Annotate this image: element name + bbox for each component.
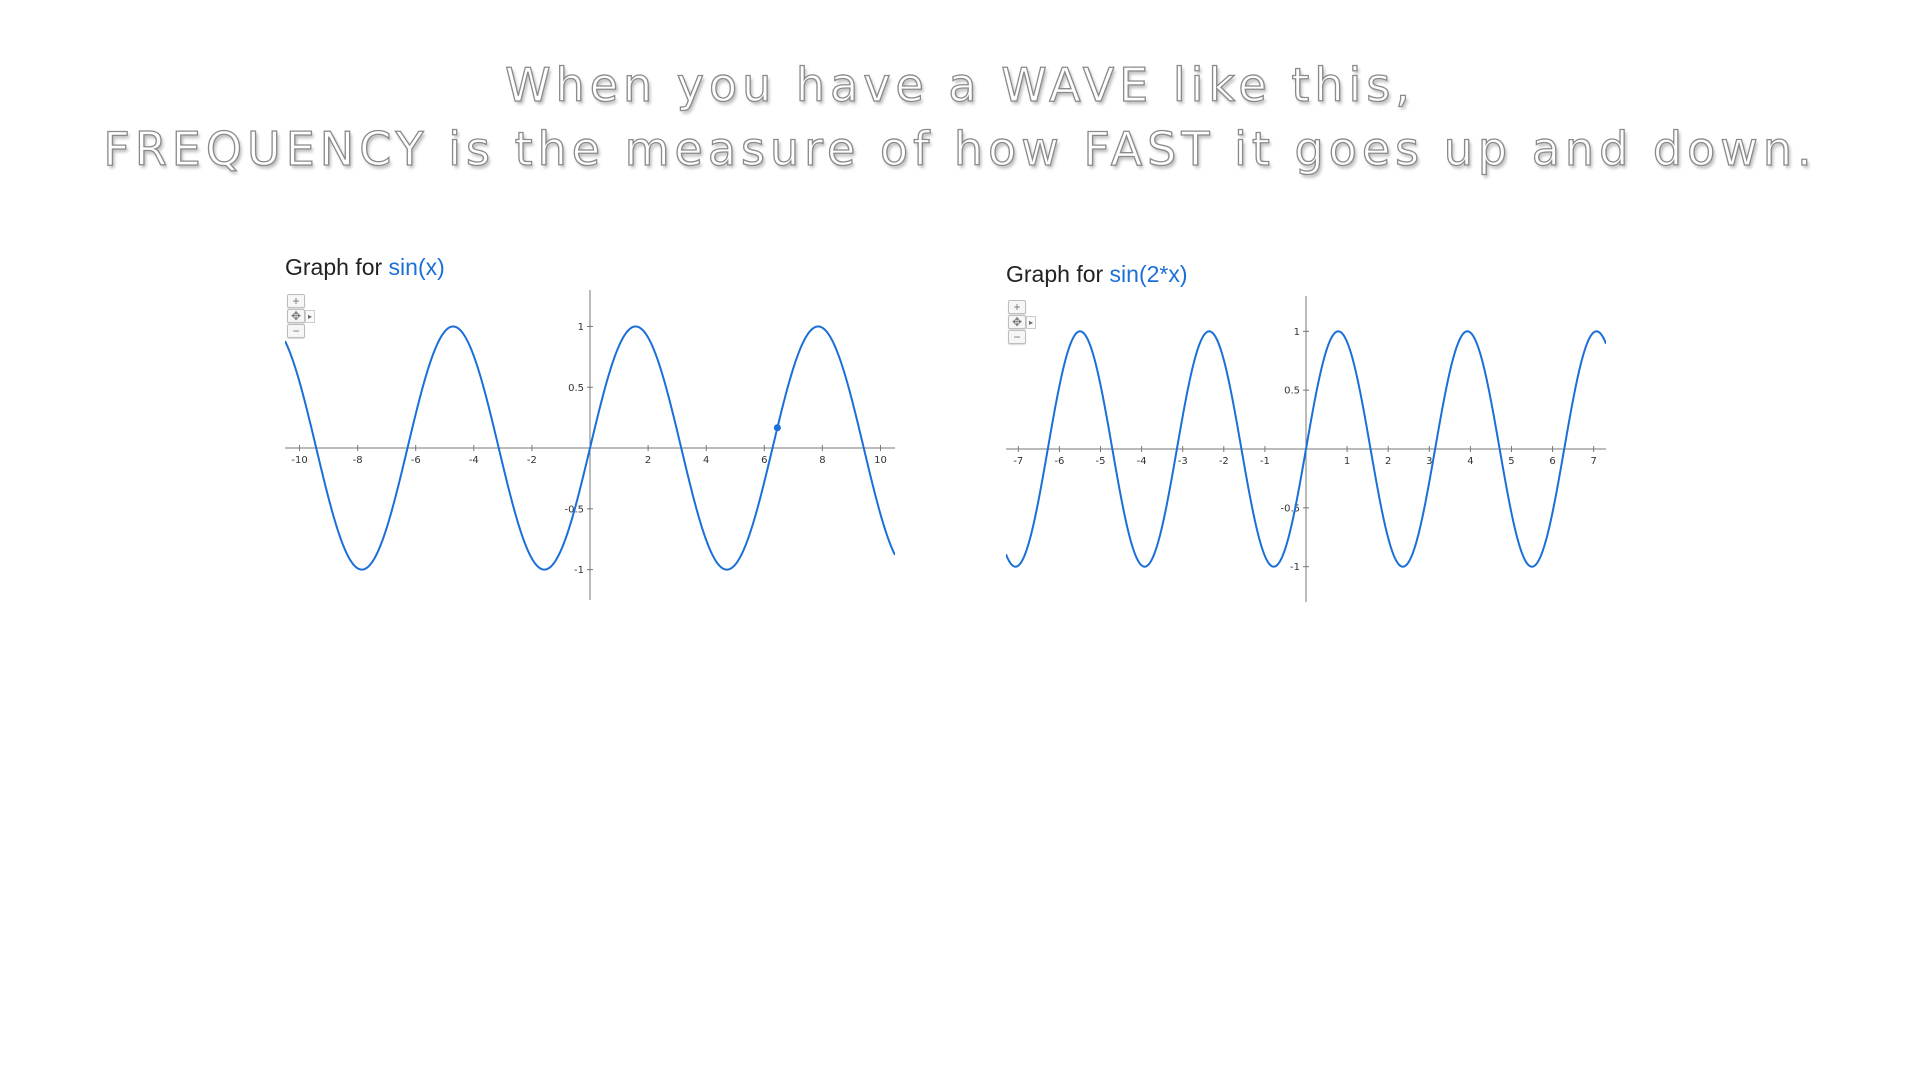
x-tick-label: 5 — [1508, 456, 1514, 467]
plot-sin-x[interactable]: -10 -8 -6 -4 -2 2 4 6 8 10 1 0.5 -0.5 -1 + ✥ ▸ − — [284, 290, 896, 605]
x-tick-label: -5 — [1096, 456, 1106, 467]
highlight-point — [773, 424, 781, 432]
graph-title-1-prefix: Graph for — [285, 254, 389, 280]
x-tick-label: 6 — [1549, 456, 1555, 467]
x-tick-label: 10 — [874, 455, 887, 466]
x-tick-label: -6 — [1054, 456, 1064, 467]
x-tick-label: -8 — [353, 455, 363, 466]
headline-line-1: When you have a WAVE like this, — [504, 57, 1415, 112]
graph-title-1-function: sin(x) — [388, 254, 445, 280]
x-tick-label: 4 — [703, 455, 709, 466]
zoom-in-button-2[interactable]: + — [1008, 300, 1026, 314]
x-tick-label: -7 — [1013, 456, 1023, 467]
x-tick-label: 4 — [1467, 456, 1473, 467]
zoom-out-button-1[interactable]: − — [287, 324, 305, 338]
y-tick-label: -0.5 — [1280, 503, 1300, 514]
y-tick-label: 1 — [578, 322, 584, 333]
x-tick-label: 7 — [1590, 456, 1596, 467]
expand-arrow-button-2[interactable]: ▸ — [1026, 316, 1036, 329]
x-tick-label: -4 — [1137, 456, 1147, 467]
x-tick-label: -4 — [469, 455, 479, 466]
plot-sin-2x-svg: -7 -6 -5 -4 -3 -2 -1 1 2 3 4 5 6 710.5-0.5-1 — [1005, 296, 1607, 602]
x-tick-label: -2 — [527, 455, 537, 466]
pan-button-2[interactable]: ✥ — [1008, 315, 1026, 329]
pan-button-1[interactable]: ✥ — [287, 309, 305, 323]
x-tick-label: -10 — [291, 455, 307, 466]
y-tick-label: 0.5 — [568, 383, 584, 394]
expand-arrow-button-1[interactable]: ▸ — [305, 310, 315, 323]
plot-sin-x-svg: -10 -8 -6 -4 -2 2 4 6 8 1010.5-0.5-1 — [284, 290, 896, 600]
x-tick-label: -2 — [1219, 456, 1229, 467]
x-tick-label: -6 — [411, 455, 421, 466]
graph-title-2-function: sin(2*x) — [1109, 261, 1188, 287]
headline-line-2: FREQUENCY is the measure of how FAST it … — [103, 121, 1817, 176]
x-tick-label: 1 — [1344, 456, 1350, 467]
x-tick-label: -1 — [1260, 456, 1270, 467]
y-tick-label: -1 — [1290, 562, 1300, 573]
plot-sin-2x[interactable]: -7 -6 -5 -4 -3 -2 -1 1 2 3 4 5 6 7 1 0.5 -0.5 -1 + ✥ ▸ − — [1005, 296, 1607, 607]
graph-title-1: Graph for sin(x) — [285, 254, 445, 281]
graph-title-2-prefix: Graph for — [1006, 261, 1110, 287]
graph-title-2: Graph for sin(2*x) — [1006, 261, 1188, 288]
zoom-in-button-1[interactable]: + — [287, 294, 305, 308]
x-tick-label: 6 — [761, 455, 767, 466]
x-tick-label: 8 — [819, 455, 825, 466]
y-tick-label: -1 — [574, 565, 584, 576]
zoom-out-button-2[interactable]: − — [1008, 330, 1026, 344]
x-tick-label: -3 — [1178, 456, 1188, 467]
x-tick-label: 2 — [1385, 456, 1391, 467]
x-tick-label: 2 — [645, 455, 651, 466]
y-tick-label: 0.5 — [1284, 386, 1300, 397]
y-tick-label: 1 — [1294, 327, 1300, 338]
